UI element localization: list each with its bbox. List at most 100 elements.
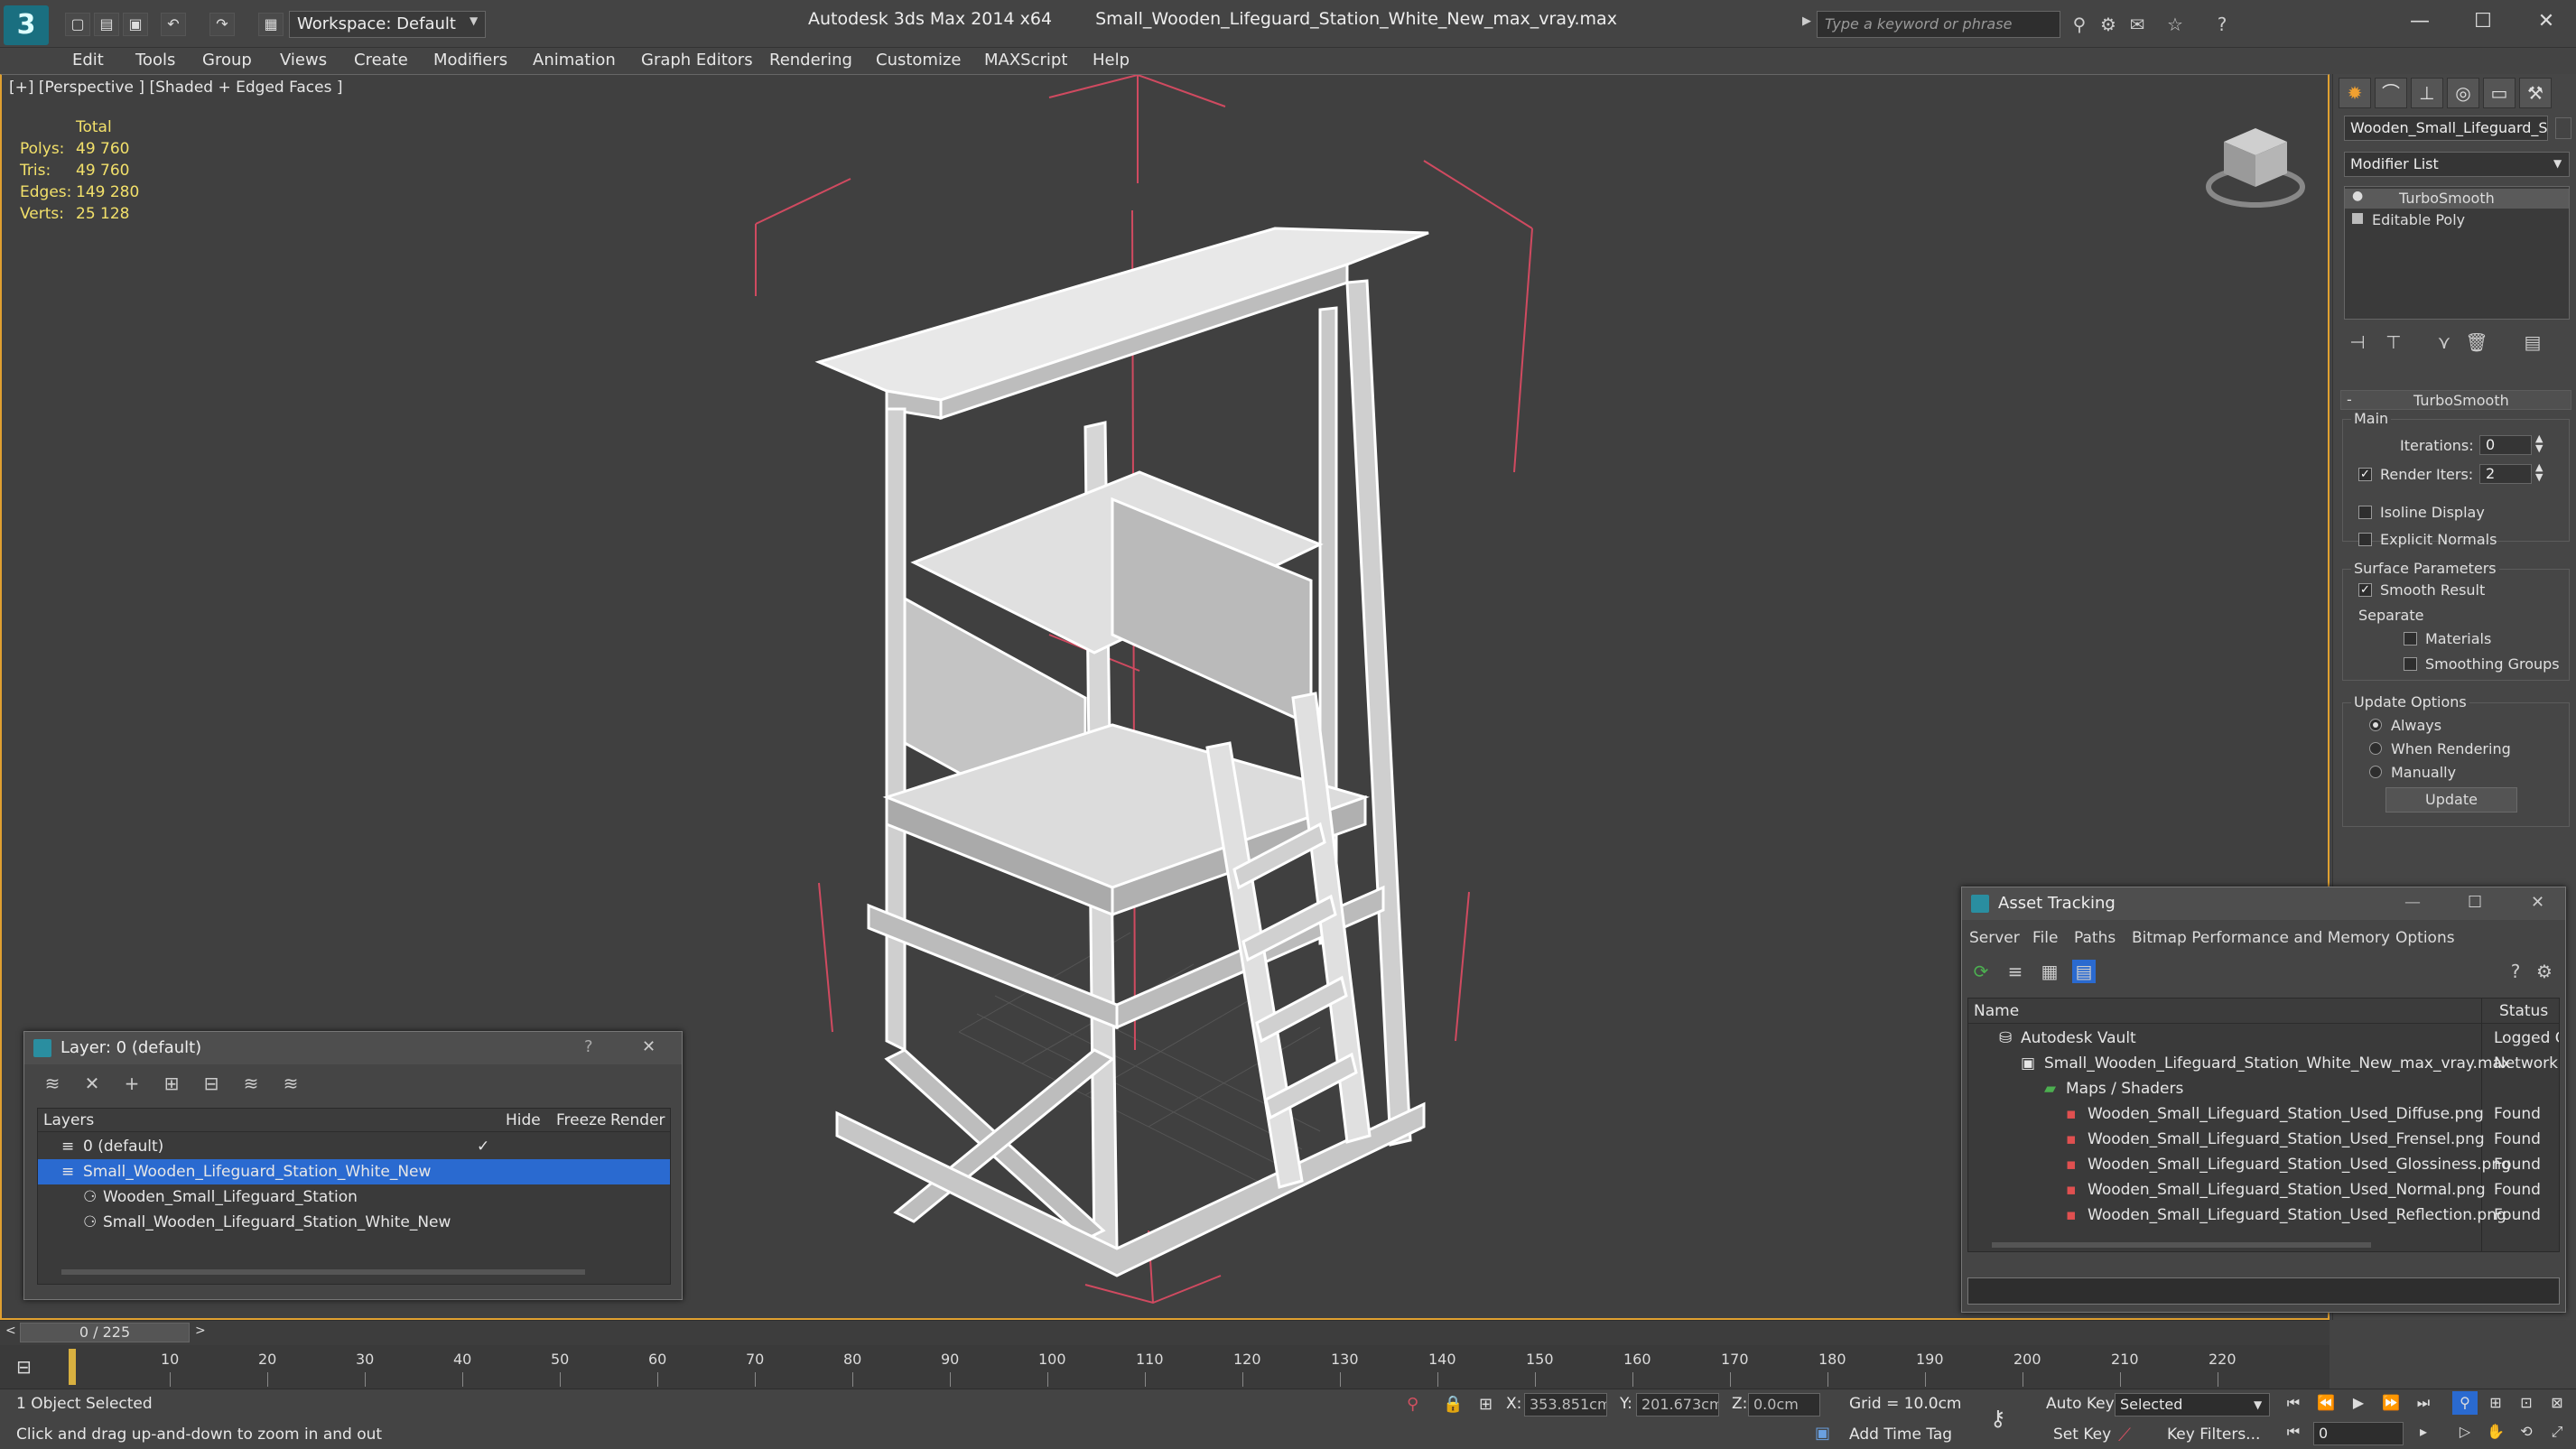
z-coordinate-field[interactable]: 0.0cm [1748, 1393, 1820, 1416]
time-tag-icon[interactable]: ▣ [1815, 1424, 1830, 1443]
render-column-header[interactable]: Render [610, 1111, 665, 1129]
next-frame-icon[interactable]: > [195, 1324, 206, 1338]
table-view-icon[interactable]: ▤ [2072, 960, 2096, 983]
trackbar[interactable]: ⊟ 10 20 30 40 50 60 70 80 90 100 110 120 130 140 150 16… [0, 1345, 2330, 1389]
maximize-icon[interactable]: ☐ [2468, 893, 2482, 912]
stack-item-turbosmooth[interactable]: ● TurboSmooth [2345, 189, 2569, 209]
x-coordinate-field[interactable]: 353.851cm [1524, 1393, 1607, 1416]
show-end-result-icon[interactable]: ⊤ [2382, 330, 2405, 354]
delete-layer-icon[interactable]: ✕ [80, 1072, 104, 1095]
time-slider-thumb[interactable]: 0 / 225 [20, 1323, 190, 1342]
turbosmooth-rollout-header[interactable]: - TurboSmooth [2340, 390, 2571, 410]
stack-item-editable-poly[interactable]: Editable Poly [2345, 210, 2569, 230]
asset-window-titlebar[interactable]: Asset Tracking — ☐ ✕ [1962, 887, 2565, 920]
absolute-mode-icon[interactable]: ⊞ [1479, 1395, 1493, 1414]
set-key-button[interactable]: Set Key [2053, 1426, 2111, 1444]
select-objects-icon[interactable]: ⊞ [160, 1072, 183, 1095]
asset-menu-paths[interactable]: Paths [2074, 929, 2116, 947]
asset-menu-options[interactable]: Options [2395, 929, 2455, 947]
asset-row[interactable]: ▪ Wooden_Small_Lifeguard_Station_Used_Gl… [1968, 1152, 2559, 1177]
update-button[interactable]: Update [2385, 787, 2517, 813]
help-icon[interactable]: ? [584, 1037, 593, 1056]
minimize-icon[interactable]: — [2393, 4, 2447, 40]
play-icon[interactable]: ▶ [2346, 1391, 2371, 1415]
layer-row-selected[interactable]: ≡ Small_Wooden_Lifeguard_Station_White_N… [38, 1159, 670, 1184]
lightbulb-icon[interactable]: ● [2352, 189, 2363, 203]
name-column-header[interactable]: Name [1974, 1002, 2019, 1020]
minimize-icon[interactable]: — [2404, 893, 2421, 912]
pan-view-icon[interactable]: ✋ [2483, 1420, 2508, 1444]
materials-checkbox[interactable] [2404, 632, 2417, 646]
asset-menu-server[interactable]: Server [1969, 929, 2020, 947]
menu-help[interactable]: Help [1093, 51, 1130, 70]
menu-maxscript[interactable]: MAXScript [984, 51, 1067, 70]
redo-icon[interactable]: ↷ [209, 13, 235, 36]
menu-rendering[interactable]: Rendering [769, 51, 852, 70]
key-filters-button[interactable]: Key Filters... [2167, 1426, 2260, 1444]
time-slider[interactable]: < 0 / 225 > [0, 1320, 2330, 1345]
layer-object-row[interactable]: ⚆ Small_Wooden_Lifeguard_Station_White_N… [38, 1210, 670, 1235]
settings-icon[interactable]: ⚙ [2533, 960, 2556, 983]
binoculars-icon[interactable]: ⚲ [2068, 13, 2091, 36]
undo-icon[interactable]: ↶ [161, 13, 186, 36]
communication-icon[interactable]: ✉ [2125, 13, 2149, 36]
menu-tools[interactable]: Tools [135, 51, 175, 70]
make-unique-icon[interactable]: ⋎ [2432, 330, 2456, 354]
asset-row[interactable]: ▪ Wooden_Small_Lifeguard_Station_Used_Re… [1968, 1203, 2559, 1228]
layer-object-row[interactable]: ⚆ Wooden_Small_Lifeguard_Station [38, 1184, 670, 1210]
y-coordinate-field[interactable]: 201.673cm [1636, 1393, 1719, 1416]
asset-row[interactable]: ▪ Wooden_Small_Lifeguard_Station_Used_Di… [1968, 1101, 2559, 1127]
create-tab-icon[interactable]: ✹ [2339, 78, 2371, 108]
zoom-extents-all-icon[interactable]: ⊠ [2544, 1391, 2570, 1415]
project-folder-icon[interactable]: ▦ [258, 13, 284, 36]
favorites-star-icon[interactable]: ☆ [2163, 13, 2187, 36]
display-tab-icon[interactable]: ▭ [2483, 78, 2516, 108]
freeze-all-icon[interactable]: ≋ [279, 1072, 302, 1095]
new-file-icon[interactable]: ▢ [65, 13, 90, 36]
prev-frame-icon[interactable]: < [5, 1324, 16, 1338]
zoom-extents-icon[interactable]: ⊡ [2514, 1391, 2539, 1415]
manually-radio[interactable] [2369, 766, 2382, 778]
maximize-viewport-icon[interactable]: ⤢ [2544, 1420, 2570, 1444]
hide-column-header[interactable]: Hide [506, 1111, 541, 1129]
layer-window-titlebar[interactable]: Layer: 0 (default) ? ✕ [24, 1032, 682, 1064]
asset-row[interactable]: ▪ Wooden_Small_Lifeguard_Station_Used_Fr… [1968, 1127, 2559, 1152]
menu-edit[interactable]: Edit [72, 51, 104, 70]
when-rendering-radio[interactable] [2369, 742, 2382, 755]
pin-stack-icon[interactable]: ⊣ [2346, 330, 2369, 354]
menu-create[interactable]: Create [354, 51, 408, 70]
maximize-icon[interactable]: ☐ [2456, 4, 2510, 40]
save-file-icon[interactable]: ▣ [123, 13, 148, 36]
always-radio[interactable] [2369, 719, 2382, 731]
asset-row[interactable]: ⛁ Autodesk Vault Logged O [1968, 1026, 2559, 1051]
asset-menu-file[interactable]: File [2032, 929, 2058, 947]
create-layer-icon[interactable]: ≋ [41, 1072, 64, 1095]
mini-curve-editor-icon[interactable]: ⊟ [16, 1356, 32, 1378]
spinner-arrows-icon[interactable]: ▲ ▼ [2535, 433, 2543, 453]
layer-row[interactable]: ≡ 0 (default) ✓ [38, 1134, 670, 1159]
key-icon[interactable]: ⚷ [1990, 1406, 2006, 1431]
layers-column-header[interactable]: Layers [43, 1111, 94, 1129]
app-logo-icon[interactable]: 3 [4, 5, 49, 45]
time-config-icon[interactable]: ▸ [2411, 1420, 2436, 1444]
asset-row[interactable]: ▪ Wooden_Small_Lifeguard_Station_Used_No… [1968, 1177, 2559, 1203]
goto-start-icon[interactable]: ⏮ [2281, 1391, 2306, 1415]
goto-end-icon[interactable]: ⏭ [2411, 1391, 2436, 1415]
refresh-icon[interactable]: ⟳ [1969, 960, 1993, 983]
zoom-all-icon[interactable]: ⊞ [2483, 1391, 2508, 1415]
search-input[interactable]: Type a keyword or phrase [1817, 11, 2060, 38]
asset-row[interactable]: ▰ Maps / Shaders [1968, 1076, 2559, 1101]
zoom-icon[interactable]: ⚲ [2452, 1391, 2478, 1415]
auto-key-button[interactable]: Auto Key [2046, 1395, 2115, 1413]
smooth-result-checkbox[interactable]: ✓ [2358, 583, 2372, 597]
isolate-icon[interactable]: ⚲ [1407, 1395, 1418, 1414]
key-mode-icon[interactable]: ⏮ [2281, 1420, 2306, 1444]
remove-modifier-icon[interactable]: 🗑 [2465, 330, 2488, 354]
object-name-field[interactable]: Wooden_Small_Lifeguard_Sta [2344, 116, 2548, 141]
list-view-icon[interactable]: ≡ [2004, 960, 2027, 983]
isoline-display-checkbox[interactable] [2358, 506, 2372, 519]
horizontal-scrollbar[interactable] [1992, 1242, 2371, 1248]
modify-tab-icon[interactable]: ⌒ [2375, 78, 2407, 108]
menu-group[interactable]: Group [202, 51, 252, 70]
close-icon[interactable]: ✕ [2531, 893, 2544, 912]
